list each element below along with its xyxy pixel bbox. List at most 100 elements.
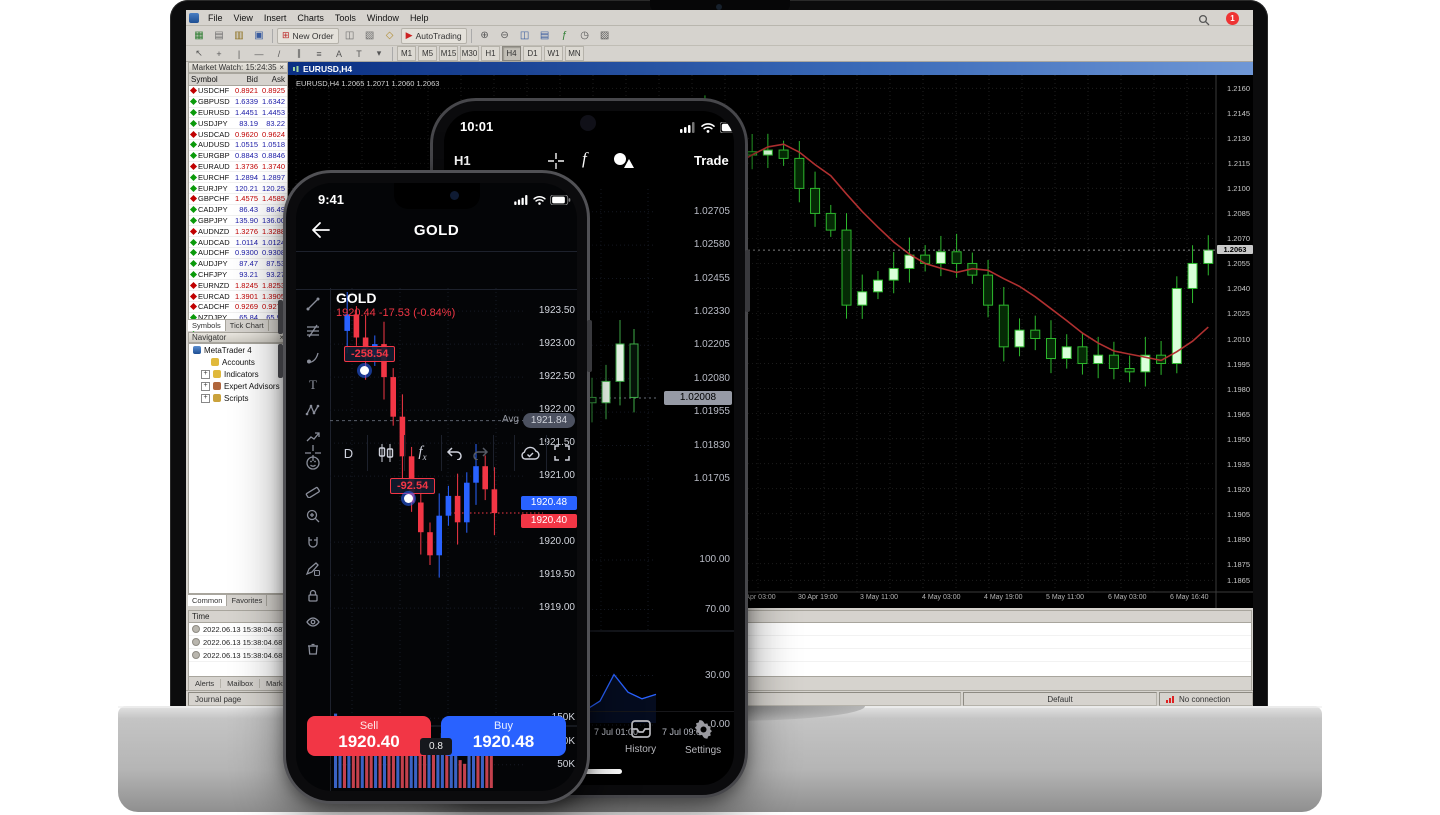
menu-tools[interactable]: Tools	[330, 12, 361, 24]
sell-button[interactable]: Sell 1920.40	[307, 716, 431, 756]
lock-drawings-icon[interactable]	[296, 583, 330, 609]
timeframe-d1[interactable]: D1	[523, 46, 542, 61]
market-watch-icon[interactable]: ▥	[230, 28, 248, 44]
trade-button[interactable]: Trade	[694, 153, 729, 168]
menu-charts[interactable]: Charts	[292, 12, 329, 24]
profiles-icon[interactable]: ▤	[210, 28, 228, 44]
tab-symbols[interactable]: Symbols	[188, 320, 226, 331]
fullscreen-icon[interactable]	[546, 435, 577, 471]
timeframe-h1-button[interactable]: H1	[454, 153, 471, 168]
market-watch-row[interactable]: EURAUD1.37361.3740	[189, 162, 287, 173]
market-watch-row[interactable]: EURCAD1.39011.3905	[189, 291, 287, 302]
navigator-item-expert-advisors[interactable]: +Expert Advisors	[189, 380, 287, 392]
market-watch-row[interactable]: USDCHF0.89210.8925	[189, 86, 287, 97]
expand-icon[interactable]: +	[201, 382, 210, 391]
market-watch-row[interactable]: USDJPY83.1983.22	[189, 118, 287, 129]
column-ask[interactable]: Ask	[260, 75, 287, 84]
horizontal-line-icon[interactable]: —	[250, 46, 268, 62]
expand-icon[interactable]: +	[201, 394, 210, 403]
market-watch-row[interactable]: AUDCHF0.93000.9308	[189, 248, 287, 259]
candle-style-icon[interactable]	[367, 435, 404, 471]
menu-help[interactable]: Help	[405, 12, 434, 24]
measure-icon[interactable]	[296, 477, 330, 503]
trendline-icon[interactable]: /	[270, 46, 288, 62]
terminal-icon[interactable]: ▧	[361, 28, 379, 44]
navigator-icon[interactable]: ◫	[341, 28, 359, 44]
emoji-icon[interactable]	[296, 450, 330, 476]
buy-button[interactable]: Buy 1920.48	[441, 716, 566, 756]
cloud-sync-icon[interactable]	[514, 435, 546, 471]
drawing-mode-icon[interactable]	[296, 556, 330, 582]
magnet-icon[interactable]	[296, 530, 330, 556]
vertical-line-icon[interactable]: |	[230, 46, 248, 62]
market-watch-row[interactable]: EURUSD1.44511.4453	[189, 108, 287, 119]
tab-common[interactable]: Common	[188, 595, 227, 606]
data-window-icon[interactable]: ▣	[250, 28, 268, 44]
navigator-item-scripts[interactable]: +Scripts	[189, 392, 287, 404]
zoom-in-icon[interactable]	[296, 503, 330, 529]
tile-windows-icon[interactable]: ◫	[516, 28, 534, 44]
objects-icon[interactable]	[612, 151, 634, 174]
timeframe-m5[interactable]: M5	[418, 46, 437, 61]
menu-insert[interactable]: Insert	[259, 12, 292, 24]
zoom-in-icon[interactable]: ⊕	[476, 28, 494, 44]
status-profile[interactable]: Default	[963, 692, 1157, 706]
market-watch-row[interactable]: GBPUSD1.63391.6342	[189, 97, 287, 108]
undo-icon[interactable]	[441, 435, 467, 471]
timeframe-button[interactable]: D	[330, 435, 367, 471]
timeframe-mn[interactable]: MN	[565, 46, 584, 61]
market-watch-row[interactable]: USDCAD0.96200.9624	[189, 129, 287, 140]
market-watch-row[interactable]: CADJPY86.4386.49	[189, 205, 287, 216]
tab-mailbox[interactable]: Mailbox	[221, 679, 260, 688]
text-tool-icon[interactable]: T	[296, 371, 330, 397]
navigator-item-indicators[interactable]: +Indicators	[189, 368, 287, 380]
indicators-icon[interactable]: ƒ	[556, 28, 574, 44]
market-watch-row[interactable]: AUDUSD1.05151.0518	[189, 140, 287, 151]
market-watch-row[interactable]: EURJPY120.21120.25	[189, 183, 287, 194]
xabcd-pattern-icon[interactable]	[296, 397, 330, 423]
timeframe-h1[interactable]: H1	[481, 46, 500, 61]
timeframe-w1[interactable]: W1	[544, 46, 563, 61]
market-watch-row[interactable]: AUDJPY87.4787.53	[189, 259, 287, 270]
market-watch-row[interactable]: EURCHF1.28941.2897	[189, 172, 287, 183]
expand-icon[interactable]: +	[201, 370, 210, 379]
metaeditor-icon[interactable]: ◇	[381, 28, 399, 44]
market-watch-row[interactable]: AUDNZD1.32761.3288	[189, 226, 287, 237]
notification-badge[interactable]: 1	[1226, 12, 1239, 25]
arrows-icon[interactable]: ▾	[370, 46, 388, 62]
close-icon[interactable]: ×	[279, 63, 284, 72]
market-watch-row[interactable]: EURNZD1.82451.8253	[189, 280, 287, 291]
zoom-out-icon[interactable]: ⊖	[496, 28, 514, 44]
nav-settings[interactable]: Settings	[685, 720, 721, 756]
crosshair-icon[interactable]: +	[210, 46, 228, 62]
fib-retracement-icon[interactable]	[296, 318, 330, 344]
templates-icon[interactable]: ▨	[596, 28, 614, 44]
label-icon[interactable]: T	[350, 46, 368, 62]
text-icon[interactable]: A	[330, 46, 348, 62]
menu-window[interactable]: Window	[362, 12, 404, 24]
function-icon[interactable]: f	[582, 149, 587, 169]
forecast-icon[interactable]	[296, 424, 330, 450]
timeframe-m30[interactable]: M30	[460, 46, 479, 61]
remove-drawings-icon[interactable]	[296, 636, 330, 662]
indicators-fx-icon[interactable]: fx	[404, 435, 441, 471]
market-watch-row[interactable]: GBPCHF1.45751.4585	[189, 194, 287, 205]
brush-icon[interactable]	[296, 344, 330, 370]
fibonacci-icon[interactable]: ≡	[310, 46, 328, 62]
navigator-root[interactable]: MetaTrader 4	[189, 344, 287, 356]
market-watch-row[interactable]: EURGBP0.88430.8846	[189, 151, 287, 162]
column-symbol[interactable]: Symbol	[189, 75, 233, 84]
cursor-icon[interactable]: ↖	[190, 46, 208, 62]
timeframe-m15[interactable]: M15	[439, 46, 458, 61]
tab-favorites[interactable]: Favorites	[227, 595, 267, 606]
column-bid[interactable]: Bid	[233, 75, 260, 84]
tab-alerts[interactable]: Alerts	[189, 679, 221, 688]
market-watch-row[interactable]: GBPJPY135.90136.00	[189, 216, 287, 227]
chart-titlebar[interactable]: EURUSD,H4	[288, 62, 1253, 75]
navigator-item-accounts[interactable]: Accounts	[189, 356, 287, 368]
new-chart-icon[interactable]: ▦	[190, 28, 208, 44]
menu-view[interactable]: View	[229, 12, 258, 24]
channel-icon[interactable]: ∥	[290, 46, 308, 62]
new-order-button[interactable]: ⊞New Order	[277, 28, 339, 44]
trend-line-icon[interactable]	[296, 291, 330, 317]
